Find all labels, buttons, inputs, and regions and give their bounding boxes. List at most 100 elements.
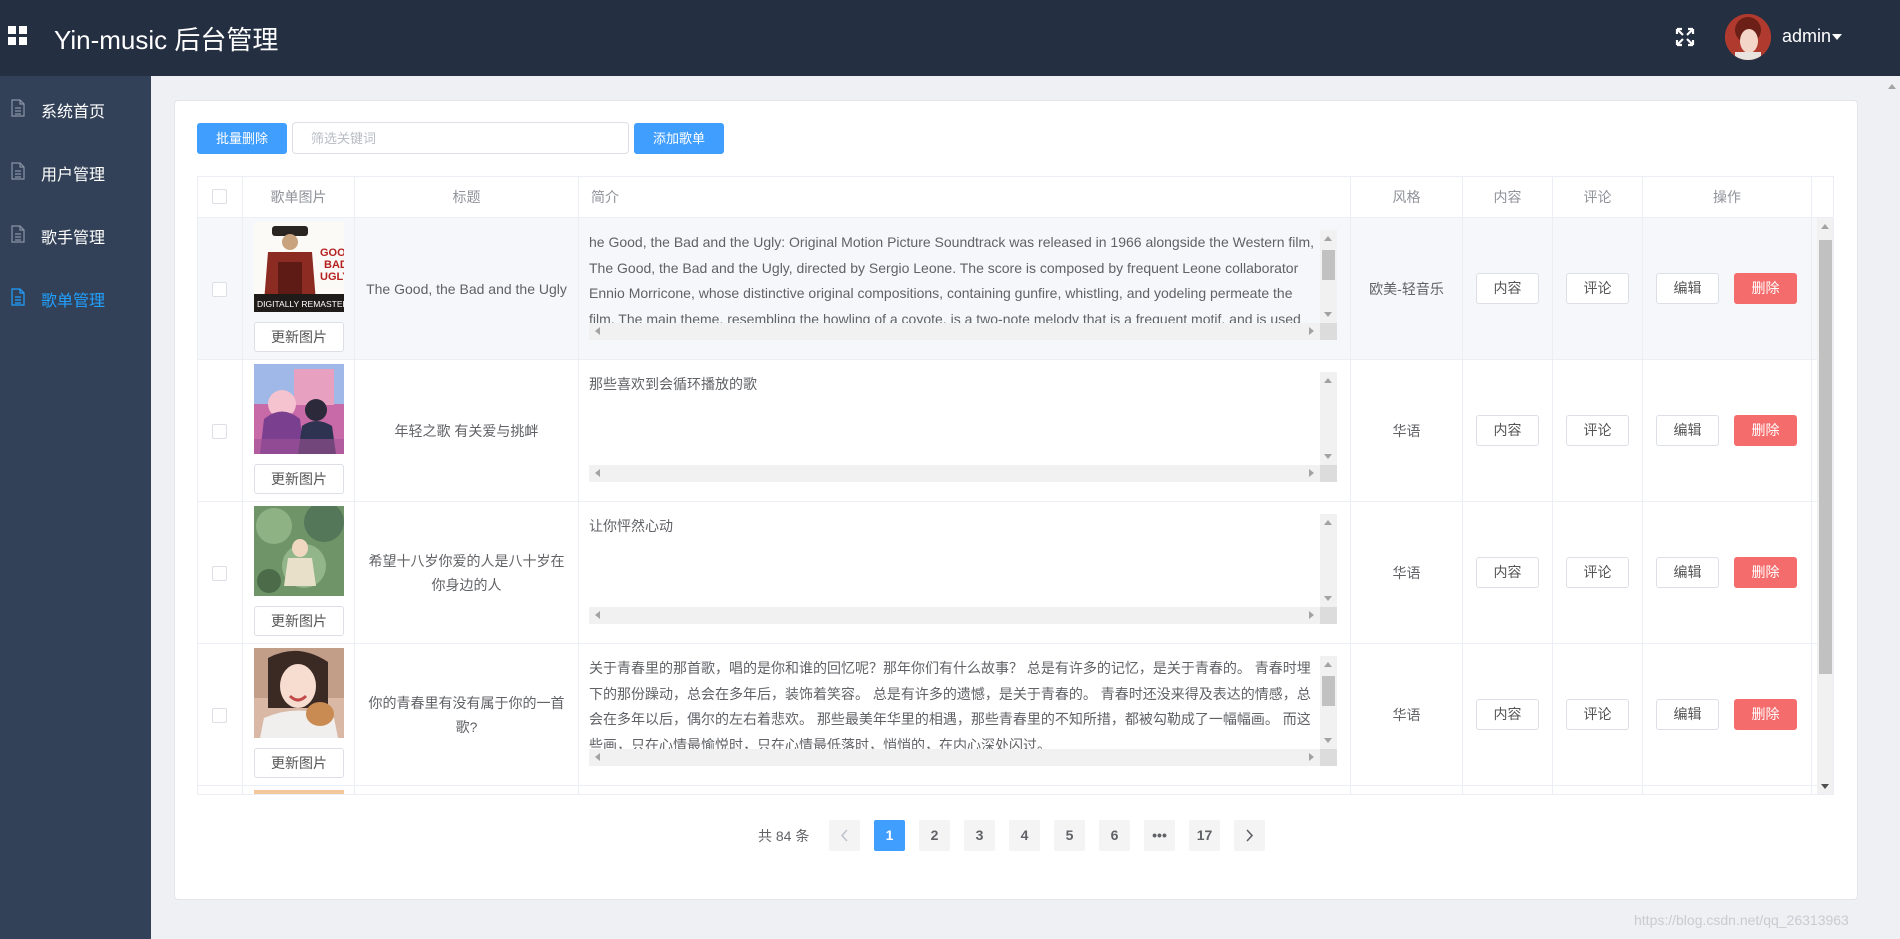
intro-vertical-scrollbar[interactable] bbox=[1320, 656, 1337, 749]
column-header: 操作 bbox=[1643, 177, 1812, 218]
content-button[interactable]: 内容 bbox=[1476, 415, 1539, 446]
username[interactable]: admin bbox=[1782, 26, 1831, 47]
delete-button[interactable]: 删除 bbox=[1734, 699, 1797, 730]
comment-button[interactable]: 评论 bbox=[1566, 415, 1629, 446]
grid-menu-icon[interactable] bbox=[8, 26, 28, 46]
watermark: https://blog.csdn.net/qq_26313963 bbox=[1634, 912, 1849, 928]
page-button[interactable]: 4 bbox=[1009, 820, 1040, 851]
page-scrollbar[interactable] bbox=[1883, 76, 1900, 939]
comment-button[interactable]: 评论 bbox=[1566, 273, 1629, 304]
row-checkbox[interactable] bbox=[212, 708, 227, 723]
update-image-button[interactable]: 更新图片 bbox=[254, 322, 344, 352]
intro-horizontal-scrollbar[interactable] bbox=[589, 465, 1320, 482]
delete-button[interactable]: 删除 bbox=[1734, 273, 1797, 304]
sidebar-item-playlists[interactable]: 歌单管理 bbox=[0, 265, 151, 328]
intro-text: 关于青春里的那首歌，唱的是你和谁的回忆呢？那年你们有什么故事？ 总是有许多的记忆… bbox=[589, 660, 1311, 749]
delete-button[interactable]: 删除 bbox=[1734, 415, 1797, 446]
playlist-title: 年轻之歌 有关爱与挑衅 bbox=[394, 423, 539, 439]
update-image-button[interactable]: 更新图片 bbox=[254, 464, 344, 494]
intro-horizontal-scrollbar[interactable] bbox=[589, 749, 1320, 766]
row-checkbox[interactable] bbox=[212, 424, 227, 439]
document-icon bbox=[11, 288, 25, 306]
playlist-table: 歌单图片 标题 简介 风格 内容 评论 操作 GOOD BAD bbox=[197, 176, 1834, 795]
edit-button[interactable]: 编辑 bbox=[1656, 415, 1719, 446]
app-title: Yin-music 后台管理 bbox=[54, 25, 279, 55]
playlist-cover bbox=[254, 364, 344, 454]
edit-button[interactable]: 编辑 bbox=[1656, 699, 1719, 730]
playlist-title: 希望十八岁你爱的人是八十岁在你身边的人 bbox=[368, 553, 565, 593]
content-button[interactable]: 内容 bbox=[1476, 557, 1539, 588]
intro-vertical-scrollbar[interactable] bbox=[1320, 230, 1337, 323]
playlist-style: 华语 bbox=[1392, 707, 1421, 723]
playlist-cover bbox=[254, 506, 344, 596]
intro-horizontal-scrollbar[interactable] bbox=[589, 323, 1320, 340]
update-image-button[interactable]: 更新图片 bbox=[254, 748, 344, 778]
table-row: GOOD BAD UGLY DIGITALLY REMASTERED 更新图片 … bbox=[198, 218, 1833, 360]
page-button[interactable]: 3 bbox=[964, 820, 995, 851]
intro-horizontal-scrollbar[interactable] bbox=[589, 607, 1320, 624]
document-icon bbox=[11, 99, 25, 117]
sidebar-item-label: 系统首页 bbox=[41, 104, 106, 121]
intro-text: 那些喜欢到会循环播放的歌 bbox=[589, 376, 757, 392]
comment-button[interactable]: 评论 bbox=[1566, 699, 1629, 730]
sidebar-item-users[interactable]: 用户管理 bbox=[0, 139, 151, 202]
edit-button[interactable]: 编辑 bbox=[1656, 557, 1719, 588]
fullscreen-icon[interactable] bbox=[1674, 26, 1696, 48]
intro-box: 关于青春里的那首歌，唱的是你和谁的回忆呢？那年你们有什么故事？ 总是有许多的记忆… bbox=[589, 656, 1341, 769]
filter-input[interactable] bbox=[292, 122, 629, 154]
table-header: 歌单图片 标题 简介 风格 内容 评论 操作 bbox=[198, 177, 1833, 218]
content-button[interactable]: 内容 bbox=[1476, 273, 1539, 304]
intro-text: 让你怦然心动 bbox=[589, 518, 673, 534]
more-pages-button[interactable]: ••• bbox=[1144, 820, 1175, 851]
delete-button[interactable]: 删除 bbox=[1734, 557, 1797, 588]
caret-down-icon[interactable] bbox=[1832, 34, 1842, 40]
table-row: 更新图片 年轻之歌 有关爱与挑衅 那些喜欢到会循环播放的歌 华语 内容 评论 编… bbox=[198, 360, 1833, 502]
row-checkbox[interactable] bbox=[212, 566, 227, 581]
intro-vertical-scrollbar[interactable] bbox=[1320, 514, 1337, 607]
select-all-cell bbox=[198, 177, 243, 218]
column-header: 评论 bbox=[1553, 177, 1643, 218]
content-button[interactable]: 内容 bbox=[1476, 699, 1539, 730]
playlist-cover bbox=[254, 648, 344, 738]
chevron-left-icon bbox=[840, 829, 848, 842]
intro-text: he Good, the Bad and the Ugly: Original … bbox=[589, 234, 1315, 323]
page-button[interactable]: 5 bbox=[1054, 820, 1085, 851]
playlist-style: 华语 bbox=[1392, 565, 1421, 581]
intro-vertical-scrollbar[interactable] bbox=[1320, 372, 1337, 465]
chevron-right-icon bbox=[1246, 829, 1254, 842]
svg-text:GOOD: GOOD bbox=[320, 247, 344, 259]
column-header: 内容 bbox=[1463, 177, 1553, 218]
column-header: 标题 bbox=[355, 177, 579, 218]
page-button[interactable]: 6 bbox=[1099, 820, 1130, 851]
playlist-style: 华语 bbox=[1392, 423, 1421, 439]
pagination-total: 共 84 条 bbox=[758, 828, 810, 844]
comment-button[interactable]: 评论 bbox=[1566, 557, 1629, 588]
page-button[interactable]: 17 bbox=[1189, 820, 1220, 851]
column-header: 简介 bbox=[579, 177, 1351, 218]
edit-button[interactable]: 编辑 bbox=[1656, 273, 1719, 304]
sidebar-item-label: 歌手管理 bbox=[41, 230, 106, 247]
intro-box: 那些喜欢到会循环播放的歌 bbox=[589, 372, 1341, 485]
document-icon bbox=[11, 225, 25, 243]
prev-page-button[interactable] bbox=[829, 820, 860, 851]
svg-text:UGLY: UGLY bbox=[320, 271, 344, 283]
intro-box: 让你怦然心动 bbox=[589, 514, 1341, 627]
table-vertical-scrollbar[interactable] bbox=[1817, 218, 1833, 794]
page-button[interactable]: 1 bbox=[874, 820, 905, 851]
table-row: 更新图片 你的青春里有没有属于你的一首歌? 关于青春里的那首歌，唱的是你和谁的回… bbox=[198, 644, 1833, 786]
update-image-button[interactable]: 更新图片 bbox=[254, 606, 344, 636]
add-playlist-button[interactable]: 添加歌单 bbox=[634, 123, 724, 154]
column-header: 风格 bbox=[1351, 177, 1463, 218]
avatar[interactable] bbox=[1725, 14, 1771, 60]
page-button[interactable]: 2 bbox=[919, 820, 950, 851]
sidebar-item-singers[interactable]: 歌手管理 bbox=[0, 202, 151, 265]
sidebar-item-home[interactable]: 系统首页 bbox=[0, 76, 151, 139]
playlist-title: 你的青春里有没有属于你的一首歌? bbox=[368, 695, 565, 735]
intro-box: he Good, the Bad and the Ugly: Original … bbox=[589, 230, 1341, 343]
row-checkbox[interactable] bbox=[212, 282, 227, 297]
next-page-button[interactable] bbox=[1234, 820, 1265, 851]
select-all-checkbox[interactable] bbox=[212, 189, 227, 204]
svg-text:BAD: BAD bbox=[324, 259, 344, 271]
batch-delete-button[interactable]: 批量删除 bbox=[197, 123, 287, 154]
playlist-title: The Good, the Bad and the Ugly bbox=[366, 281, 567, 297]
